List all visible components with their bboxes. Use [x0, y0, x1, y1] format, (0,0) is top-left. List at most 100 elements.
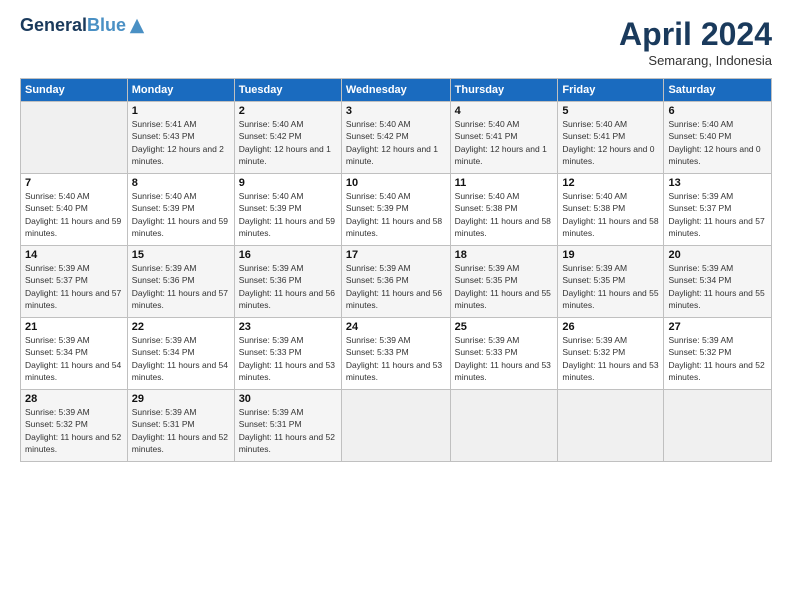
cell-w0-d6: 6 Sunrise: 5:40 AM Sunset: 5:40 PM Dayli…	[664, 102, 772, 174]
col-tuesday: Tuesday	[234, 79, 341, 102]
cell-w1-d1: 8 Sunrise: 5:40 AM Sunset: 5:39 PM Dayli…	[127, 174, 234, 246]
cell-w0-d3: 3 Sunrise: 5:40 AM Sunset: 5:42 PM Dayli…	[341, 102, 450, 174]
header-row: Sunday Monday Tuesday Wednesday Thursday…	[21, 79, 772, 102]
day-number: 29	[132, 393, 230, 405]
day-number: 5	[562, 105, 659, 117]
day-number: 3	[346, 105, 446, 117]
cell-w2-d4: 18 Sunrise: 5:39 AM Sunset: 5:35 PM Dayl…	[450, 246, 558, 318]
day-number: 14	[25, 249, 123, 261]
subtitle: Semarang, Indonesia	[619, 53, 772, 68]
day-info: Sunrise: 5:39 AM Sunset: 5:36 PM Dayligh…	[239, 262, 337, 311]
month-title: April 2024	[619, 16, 772, 53]
day-number: 10	[346, 177, 446, 189]
logo-text: GeneralBlue	[20, 16, 126, 36]
day-info: Sunrise: 5:40 AM Sunset: 5:41 PM Dayligh…	[562, 118, 659, 167]
day-info: Sunrise: 5:40 AM Sunset: 5:38 PM Dayligh…	[455, 190, 554, 239]
day-number: 8	[132, 177, 230, 189]
day-info: Sunrise: 5:39 AM Sunset: 5:35 PM Dayligh…	[562, 262, 659, 311]
day-info: Sunrise: 5:39 AM Sunset: 5:35 PM Dayligh…	[455, 262, 554, 311]
day-info: Sunrise: 5:39 AM Sunset: 5:34 PM Dayligh…	[25, 334, 123, 383]
cell-w0-d4: 4 Sunrise: 5:40 AM Sunset: 5:41 PM Dayli…	[450, 102, 558, 174]
cell-w3-d4: 25 Sunrise: 5:39 AM Sunset: 5:33 PM Dayl…	[450, 318, 558, 390]
calendar-body: 1 Sunrise: 5:41 AM Sunset: 5:43 PM Dayli…	[21, 102, 772, 462]
day-info: Sunrise: 5:39 AM Sunset: 5:33 PM Dayligh…	[455, 334, 554, 383]
week-row-1: 7 Sunrise: 5:40 AM Sunset: 5:40 PM Dayli…	[21, 174, 772, 246]
day-info: Sunrise: 5:39 AM Sunset: 5:36 PM Dayligh…	[346, 262, 446, 311]
cell-w4-d6	[664, 390, 772, 462]
day-info: Sunrise: 5:39 AM Sunset: 5:37 PM Dayligh…	[25, 262, 123, 311]
logo-icon	[128, 17, 146, 35]
day-number: 17	[346, 249, 446, 261]
cell-w4-d0: 28 Sunrise: 5:39 AM Sunset: 5:32 PM Dayl…	[21, 390, 128, 462]
col-thursday: Thursday	[450, 79, 558, 102]
col-sunday: Sunday	[21, 79, 128, 102]
day-number: 16	[239, 249, 337, 261]
col-saturday: Saturday	[664, 79, 772, 102]
cell-w1-d5: 12 Sunrise: 5:40 AM Sunset: 5:38 PM Dayl…	[558, 174, 664, 246]
day-number: 4	[455, 105, 554, 117]
cell-w1-d4: 11 Sunrise: 5:40 AM Sunset: 5:38 PM Dayl…	[450, 174, 558, 246]
cell-w2-d6: 20 Sunrise: 5:39 AM Sunset: 5:34 PM Dayl…	[664, 246, 772, 318]
cell-w3-d3: 24 Sunrise: 5:39 AM Sunset: 5:33 PM Dayl…	[341, 318, 450, 390]
day-number: 20	[668, 249, 767, 261]
cell-w4-d4	[450, 390, 558, 462]
cell-w0-d2: 2 Sunrise: 5:40 AM Sunset: 5:42 PM Dayli…	[234, 102, 341, 174]
day-number: 28	[25, 393, 123, 405]
week-row-2: 14 Sunrise: 5:39 AM Sunset: 5:37 PM Dayl…	[21, 246, 772, 318]
cell-w1-d6: 13 Sunrise: 5:39 AM Sunset: 5:37 PM Dayl…	[664, 174, 772, 246]
cell-w2-d0: 14 Sunrise: 5:39 AM Sunset: 5:37 PM Dayl…	[21, 246, 128, 318]
cell-w4-d3	[341, 390, 450, 462]
day-number: 25	[455, 321, 554, 333]
day-info: Sunrise: 5:40 AM Sunset: 5:42 PM Dayligh…	[346, 118, 446, 167]
cell-w3-d0: 21 Sunrise: 5:39 AM Sunset: 5:34 PM Dayl…	[21, 318, 128, 390]
page: GeneralBlue April 2024 Semarang, Indones…	[0, 0, 792, 612]
day-number: 30	[239, 393, 337, 405]
day-number: 22	[132, 321, 230, 333]
cell-w2-d5: 19 Sunrise: 5:39 AM Sunset: 5:35 PM Dayl…	[558, 246, 664, 318]
day-info: Sunrise: 5:39 AM Sunset: 5:32 PM Dayligh…	[25, 406, 123, 455]
week-row-3: 21 Sunrise: 5:39 AM Sunset: 5:34 PM Dayl…	[21, 318, 772, 390]
day-number: 2	[239, 105, 337, 117]
cell-w2-d1: 15 Sunrise: 5:39 AM Sunset: 5:36 PM Dayl…	[127, 246, 234, 318]
day-info: Sunrise: 5:39 AM Sunset: 5:32 PM Dayligh…	[562, 334, 659, 383]
cell-w4-d1: 29 Sunrise: 5:39 AM Sunset: 5:31 PM Dayl…	[127, 390, 234, 462]
day-info: Sunrise: 5:39 AM Sunset: 5:36 PM Dayligh…	[132, 262, 230, 311]
day-info: Sunrise: 5:39 AM Sunset: 5:32 PM Dayligh…	[668, 334, 767, 383]
day-number: 24	[346, 321, 446, 333]
day-number: 6	[668, 105, 767, 117]
cell-w1-d3: 10 Sunrise: 5:40 AM Sunset: 5:39 PM Dayl…	[341, 174, 450, 246]
day-info: Sunrise: 5:40 AM Sunset: 5:42 PM Dayligh…	[239, 118, 337, 167]
cell-w2-d3: 17 Sunrise: 5:39 AM Sunset: 5:36 PM Dayl…	[341, 246, 450, 318]
cell-w4-d2: 30 Sunrise: 5:39 AM Sunset: 5:31 PM Dayl…	[234, 390, 341, 462]
cell-w3-d5: 26 Sunrise: 5:39 AM Sunset: 5:32 PM Dayl…	[558, 318, 664, 390]
day-info: Sunrise: 5:40 AM Sunset: 5:39 PM Dayligh…	[132, 190, 230, 239]
week-row-4: 28 Sunrise: 5:39 AM Sunset: 5:32 PM Dayl…	[21, 390, 772, 462]
day-number: 12	[562, 177, 659, 189]
day-info: Sunrise: 5:40 AM Sunset: 5:39 PM Dayligh…	[346, 190, 446, 239]
day-info: Sunrise: 5:39 AM Sunset: 5:34 PM Dayligh…	[132, 334, 230, 383]
title-block: April 2024 Semarang, Indonesia	[619, 16, 772, 68]
cell-w2-d2: 16 Sunrise: 5:39 AM Sunset: 5:36 PM Dayl…	[234, 246, 341, 318]
day-number: 15	[132, 249, 230, 261]
cell-w0-d5: 5 Sunrise: 5:40 AM Sunset: 5:41 PM Dayli…	[558, 102, 664, 174]
day-number: 23	[239, 321, 337, 333]
day-info: Sunrise: 5:39 AM Sunset: 5:34 PM Dayligh…	[668, 262, 767, 311]
cell-w4-d5	[558, 390, 664, 462]
day-number: 7	[25, 177, 123, 189]
day-info: Sunrise: 5:39 AM Sunset: 5:37 PM Dayligh…	[668, 190, 767, 239]
cell-w0-d0	[21, 102, 128, 174]
day-number: 27	[668, 321, 767, 333]
day-info: Sunrise: 5:39 AM Sunset: 5:33 PM Dayligh…	[346, 334, 446, 383]
week-row-0: 1 Sunrise: 5:41 AM Sunset: 5:43 PM Dayli…	[21, 102, 772, 174]
day-number: 18	[455, 249, 554, 261]
cell-w3-d2: 23 Sunrise: 5:39 AM Sunset: 5:33 PM Dayl…	[234, 318, 341, 390]
cell-w1-d2: 9 Sunrise: 5:40 AM Sunset: 5:39 PM Dayli…	[234, 174, 341, 246]
day-info: Sunrise: 5:40 AM Sunset: 5:39 PM Dayligh…	[239, 190, 337, 239]
day-number: 21	[25, 321, 123, 333]
day-info: Sunrise: 5:39 AM Sunset: 5:33 PM Dayligh…	[239, 334, 337, 383]
day-info: Sunrise: 5:40 AM Sunset: 5:40 PM Dayligh…	[25, 190, 123, 239]
calendar-table: Sunday Monday Tuesday Wednesday Thursday…	[20, 78, 772, 462]
day-info: Sunrise: 5:39 AM Sunset: 5:31 PM Dayligh…	[132, 406, 230, 455]
cell-w0-d1: 1 Sunrise: 5:41 AM Sunset: 5:43 PM Dayli…	[127, 102, 234, 174]
day-info: Sunrise: 5:40 AM Sunset: 5:41 PM Dayligh…	[455, 118, 554, 167]
